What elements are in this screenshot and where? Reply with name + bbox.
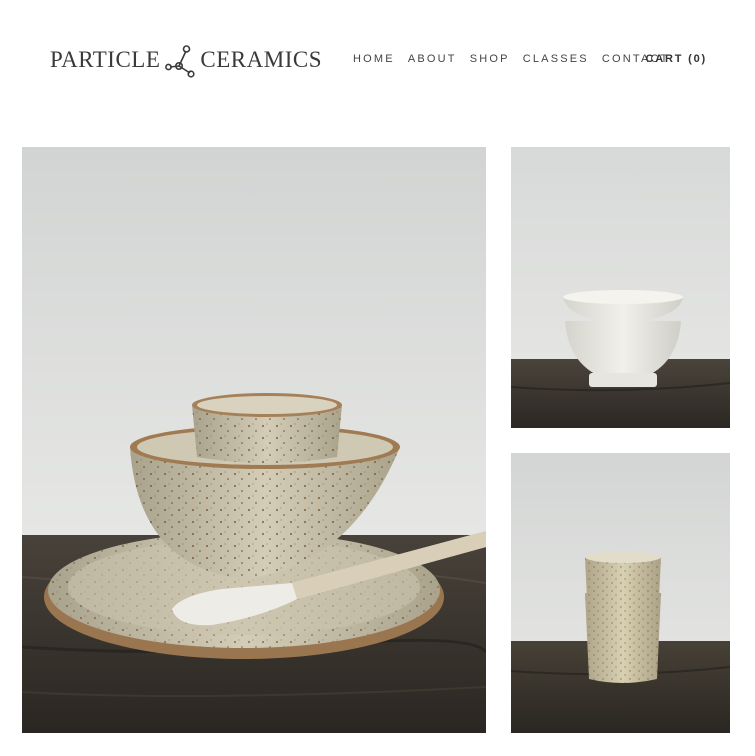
site-header: PARTICLE CERAMICS HOME ABOUT SHOP CLASSE… [0,0,755,120]
gallery-image-speckled-tumblers[interactable] [511,453,730,733]
dinnerware-photo [22,147,486,733]
brand-name-left: PARTICLE [50,47,161,72]
tumblers-photo [511,453,730,733]
nav-about[interactable]: ABOUT [408,53,457,65]
bowls-photo [511,147,730,428]
brand-name-right: CERAMICS [200,47,322,72]
nav-classes[interactable]: CLASSES [523,53,589,65]
nav-home[interactable]: HOME [353,53,395,65]
main-nav: HOME ABOUT SHOP CLASSES CONTACT [353,53,683,65]
gallery-image-dinnerware-set[interactable] [22,147,486,733]
site-logo[interactable]: PARTICLE CERAMICS [50,40,322,80]
gallery-image-white-bowls[interactable] [511,147,730,428]
nav-shop[interactable]: SHOP [470,53,510,65]
molecule-icon [165,45,196,78]
cart-link[interactable]: CART (0) [646,53,707,65]
